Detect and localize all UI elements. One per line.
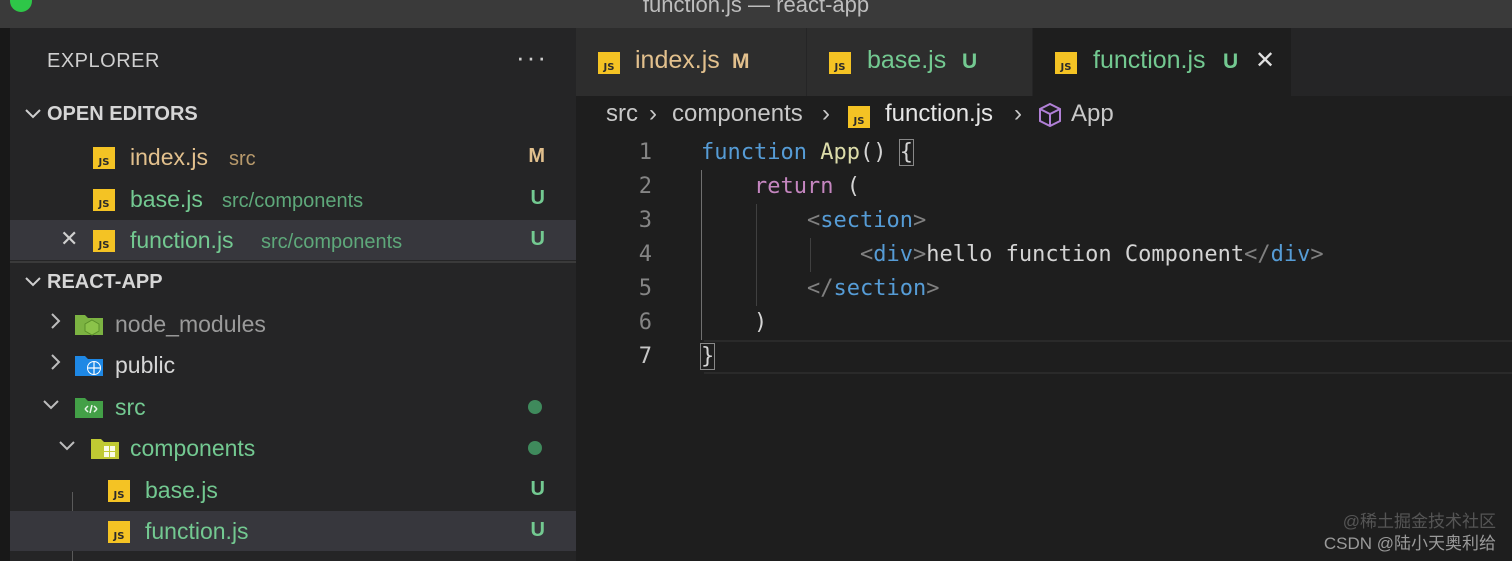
src-folder-icon — [75, 398, 103, 418]
close-icon[interactable]: ✕ — [60, 226, 78, 252]
tab-label: function.js — [1093, 46, 1206, 74]
symbol-component-icon — [1039, 102, 1061, 128]
chevron-right-icon: › — [1014, 100, 1022, 127]
window-title: function.js — react-app — [642, 0, 870, 17]
open-editors-label: OPEN EDITORS — [47, 103, 198, 125]
chevron-down-icon — [25, 109, 41, 119]
tab-label: index.js — [635, 46, 720, 74]
open-editors-header[interactable]: OPEN EDITORS — [10, 96, 576, 136]
tree-item-node-modules[interactable]: node_modules — [10, 304, 576, 344]
javascript-file-icon: JS — [829, 52, 851, 74]
line-number: 2 — [638, 174, 652, 199]
file-name: index.js — [130, 144, 208, 170]
project-label: REACT-APP — [47, 271, 163, 293]
javascript-file-icon: JS — [93, 230, 115, 252]
components-folder-icon — [91, 439, 119, 459]
line-number: 1 — [638, 140, 652, 165]
javascript-file-icon: JS — [598, 52, 620, 74]
open-editor-item-index[interactable]: JS index.js src M — [10, 137, 576, 177]
node-folder-icon — [75, 315, 103, 336]
code-line: 1 function App() { — [576, 136, 1512, 170]
react-app-header[interactable]: REACT-APP — [10, 264, 576, 304]
folder-name: components — [130, 435, 256, 461]
javascript-file-icon: JS — [93, 189, 115, 211]
file-path: src/components — [222, 190, 364, 212]
activity-bar-edge — [0, 28, 10, 561]
breadcrumb-item[interactable]: components — [672, 100, 803, 128]
breadcrumb-item[interactable]: src — [606, 100, 638, 128]
watermark: @稀土掘金技术社区 CSDN @陆小天奥利给 — [1323, 512, 1496, 553]
section-divider — [10, 261, 576, 263]
breadcrumb-item[interactable]: App — [1071, 100, 1114, 128]
folder-name: node_modules — [115, 311, 266, 337]
code-line: 7 } — [576, 340, 1512, 374]
tree-item-components[interactable]: components — [10, 428, 576, 468]
line-number: 3 — [638, 208, 652, 233]
chevron-down-icon — [25, 277, 41, 287]
file-name: base.js — [145, 477, 218, 503]
git-status-modified: M — [732, 50, 750, 73]
git-status-untracked: U — [530, 228, 545, 250]
more-actions-icon[interactable]: ··· — [516, 42, 548, 73]
line-number: 7 — [638, 344, 652, 369]
close-tab-icon[interactable]: ✕ — [1255, 46, 1275, 75]
git-changes-dot — [528, 441, 542, 455]
folder-name: src — [115, 394, 146, 420]
tab-function-js[interactable]: JS function.js U ✕ — [1033, 28, 1292, 96]
explorer-title: EXPLORER — [47, 50, 160, 72]
javascript-file-icon: JS — [1055, 52, 1077, 74]
explorer-sidebar: EXPLORER ··· OPEN EDITORS JS index.js sr… — [10, 28, 576, 561]
file-name: base.js — [130, 186, 203, 212]
git-status-untracked: U — [530, 478, 545, 500]
chevron-right-icon — [51, 354, 61, 370]
git-status-modified: M — [528, 145, 545, 167]
open-editor-item-function[interactable]: ✕ JS function.js src/components U — [10, 220, 576, 260]
code-line: 4 <div>hello function Component</div> — [576, 238, 1512, 272]
editor-area: JS index.js M JS base.js U JS function.j… — [576, 28, 1512, 561]
chevron-down-icon — [43, 400, 59, 410]
code-line: 6 ) — [576, 306, 1512, 340]
file-name: function.js — [145, 518, 249, 544]
chevron-right-icon: › — [822, 100, 830, 127]
tab-base-js[interactable]: JS base.js U — [807, 28, 1033, 96]
javascript-file-icon: JS — [848, 106, 870, 128]
line-number: 6 — [638, 310, 652, 335]
code-line: 3 <section> — [576, 204, 1512, 238]
file-name: function.js — [130, 227, 234, 253]
tab-index-js[interactable]: JS index.js M — [576, 28, 807, 96]
open-editor-item-base[interactable]: JS base.js src/components U — [10, 179, 576, 219]
chevron-right-icon — [51, 313, 61, 329]
git-status-untracked: U — [530, 187, 545, 209]
folder-name: public — [115, 352, 176, 378]
tab-label: base.js — [867, 46, 947, 74]
javascript-file-icon: JS — [108, 480, 130, 502]
line-number: 4 — [638, 242, 652, 267]
line-number: 5 — [638, 276, 652, 301]
breadcrumb-item[interactable]: function.js — [885, 100, 993, 128]
git-status-untracked: U — [1223, 50, 1239, 73]
code-line: 2 return ( — [576, 170, 1512, 204]
code-line: 5 </section> — [576, 272, 1512, 306]
javascript-file-icon: JS — [93, 147, 115, 169]
file-path: src — [229, 148, 256, 170]
chevron-down-icon — [59, 441, 75, 451]
git-status-untracked: U — [530, 519, 545, 541]
git-status-untracked: U — [962, 50, 978, 73]
public-folder-icon — [75, 356, 103, 376]
tree-item-public[interactable]: public — [10, 345, 576, 385]
tree-item-function-js[interactable]: JS function.js U — [10, 511, 576, 551]
title-bar: function.js — react-app — [0, 0, 1512, 28]
chevron-right-icon: › — [649, 100, 657, 127]
tree-item-base-js[interactable]: JS base.js U — [10, 470, 576, 510]
file-path: src/components — [261, 231, 403, 253]
javascript-file-icon: JS — [108, 521, 130, 543]
tree-item-src[interactable]: src — [10, 387, 576, 427]
editor-tabs: JS index.js M JS base.js U JS function.j… — [576, 28, 1512, 96]
git-changes-dot — [528, 400, 542, 414]
